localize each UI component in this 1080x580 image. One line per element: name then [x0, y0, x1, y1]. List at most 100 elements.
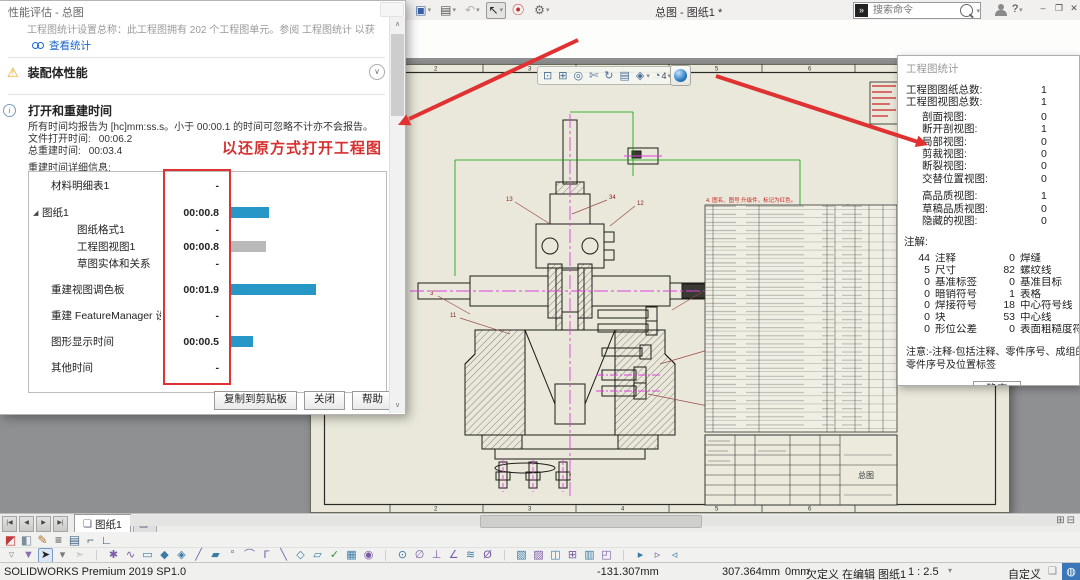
toolbar-icon[interactable]: ▸: [633, 548, 648, 563]
toolbar-icon[interactable]: ∿: [123, 548, 138, 563]
view-tool-icon[interactable]: ◎: [573, 69, 585, 82]
sheet-scale[interactable]: 1 : 2.5: [908, 566, 939, 578]
heads-up-view-toolbar[interactable]: ⊡ ⊞ ◎ ✄: [537, 66, 677, 85]
toolbar-icon[interactable]: ⌒: [242, 548, 257, 563]
view-tool-icon[interactable]: ◈ ▾: [636, 69, 650, 82]
view-tool-icon[interactable]: ◔ 4 ▾: [654, 70, 671, 82]
dialog-scrollbar[interactable]: ∧ ∨: [389, 17, 405, 413]
restore-button[interactable]: ❐: [1052, 0, 1066, 16]
ok-button[interactable]: 确定: [973, 381, 1021, 386]
toolbar-icon[interactable]: ⚙ ▾: [531, 2, 552, 19]
search-input[interactable]: [871, 4, 960, 17]
toolbar-icon[interactable]: ⊞: [565, 548, 580, 563]
search-box[interactable]: » ▾: [853, 2, 981, 19]
toolbar-icon[interactable]: ➣: [72, 548, 87, 563]
scrollbar-thumb[interactable]: [391, 34, 404, 116]
toolbar-icon[interactable]: |: [89, 548, 104, 563]
assembly-performance-section[interactable]: ⚠ 装配体性能: [7, 64, 88, 81]
horizontal-scrollbar-thumb[interactable]: [480, 515, 702, 528]
close-button[interactable]: 关闭: [304, 391, 345, 410]
toolbar-icon[interactable]: ▧: [514, 548, 529, 563]
toolbar-icon[interactable]: ⊥: [429, 548, 444, 563]
units-dropdown-icon[interactable]: ▾: [1036, 566, 1040, 575]
sheet-tab-active[interactable]: ❏ 图纸1: [74, 514, 131, 533]
toolbar-icon[interactable]: ⦿: [509, 2, 528, 19]
toolbar-icon[interactable]: ╲: [276, 548, 291, 563]
tab-nav-button[interactable]: ◀: [19, 516, 34, 532]
help-button[interactable]: 帮助: [352, 391, 393, 410]
search-dropdown-icon[interactable]: ▾: [976, 7, 980, 15]
toolbar-icon[interactable]: ⊙: [395, 548, 410, 563]
toolbar-icon[interactable]: ✱: [106, 548, 121, 563]
view-tool-icon[interactable]: ✄: [589, 69, 600, 82]
dialog-corner-button[interactable]: [380, 2, 404, 17]
toolbar-icon[interactable]: |: [616, 548, 631, 563]
tag-icon[interactable]: ❑: [1048, 566, 1057, 577]
format-tool-icon[interactable]: ⌐: [83, 533, 98, 547]
toolbar-icon[interactable]: °: [225, 548, 240, 563]
close-button[interactable]: ✕: [1067, 0, 1080, 16]
format-tool-icon[interactable]: ◩: [3, 533, 18, 547]
search-icon[interactable]: [960, 4, 973, 17]
toolbar-icon[interactable]: ▣ ▾: [412, 2, 434, 19]
toolbar-icon[interactable]: ▾: [55, 548, 70, 563]
toolbar-icon[interactable]: ∅: [412, 548, 427, 563]
toolbar-icon[interactable]: ◫: [548, 548, 563, 563]
view-tool-icon[interactable]: ▤: [619, 69, 631, 82]
user-account-icon[interactable]: [995, 4, 1007, 16]
toolbar-icon[interactable]: ∠: [446, 548, 461, 563]
tree-caret-icon[interactable]: ◢: [33, 209, 42, 217]
toolbar-icon[interactable]: |: [497, 548, 512, 563]
view-tool-icon[interactable]: ⊞: [558, 69, 569, 82]
toolbar-icon[interactable]: Ø: [480, 548, 495, 563]
toolbar-icon[interactable]: ◃: [667, 548, 682, 563]
toolbar-icon[interactable]: ◈: [174, 548, 189, 563]
format-tool-icon[interactable]: ✎: [35, 533, 50, 547]
format-tool-icon[interactable]: ≡: [51, 533, 66, 547]
toolbar-icon[interactable]: ↶ ▾: [462, 2, 483, 19]
toolbar-icon[interactable]: ↖ ▾: [486, 2, 507, 19]
toolbar-icon[interactable]: ▱: [310, 548, 325, 563]
format-tool-icon[interactable]: ▤: [67, 533, 82, 547]
help-button[interactable]: ?▾: [1012, 3, 1023, 15]
toolbar-icon[interactable]: ◇: [293, 548, 308, 563]
scroll-down-icon[interactable]: ∨: [390, 398, 405, 413]
toolbar-icon[interactable]: ▰: [208, 548, 223, 563]
toolbar-icon[interactable]: ➤: [38, 548, 53, 563]
toolbar-icon[interactable]: ▨: [531, 548, 546, 563]
bom-table[interactable]: 4. 图名、图号 升级件，标记为红色。: [705, 196, 897, 432]
toolbar-icon[interactable]: ◰: [599, 548, 614, 563]
tab-nav-button[interactable]: ▶|: [53, 516, 68, 532]
toolbar-icon[interactable]: ≋: [463, 548, 478, 563]
minimize-button[interactable]: –: [1036, 0, 1050, 16]
toolbar-icon[interactable]: ◆: [157, 548, 172, 563]
toolbar-icon[interactable]: Γ: [259, 548, 274, 563]
view-tool-icon[interactable]: ⊡: [543, 69, 554, 82]
title-block[interactable]: 总图: [705, 435, 897, 505]
scroll-up-icon[interactable]: ∧: [390, 17, 405, 32]
format-tool-icon[interactable]: ∟: [99, 533, 114, 547]
toolbar-icon[interactable]: |: [378, 548, 393, 563]
toolbar-icon[interactable]: ✓: [327, 548, 342, 563]
app-version-label: SOLIDWORKS Premium 2019 SP1.0: [4, 566, 186, 578]
toolbar-icon[interactable]: ◉: [361, 548, 376, 563]
toolbar-icon[interactable]: ▤ ▾: [437, 2, 459, 19]
toolbar-icon[interactable]: ▿: [4, 548, 19, 563]
tab-nav-button[interactable]: ▶: [36, 516, 51, 532]
view-tool-icon[interactable]: ↻: [604, 69, 615, 82]
copy-to-clipboard-button[interactable]: 复制到剪贴板: [214, 391, 297, 410]
toolbar-icon[interactable]: ╱: [191, 548, 206, 563]
view-statistics-link[interactable]: 查看统计: [32, 38, 91, 53]
tab-nav-button[interactable]: |◀: [2, 516, 17, 532]
scale-dropdown-icon[interactable]: ▾: [948, 566, 952, 575]
view-orientation-sphere-button[interactable]: [670, 65, 691, 86]
collapse-chevron-icon[interactable]: ∨: [369, 64, 385, 80]
pane-split-icons[interactable]: ⊞⊟: [1056, 515, 1077, 526]
toolbar-icon[interactable]: ▹: [650, 548, 665, 563]
toolbar-icon[interactable]: ▦: [344, 548, 359, 563]
toolbar-icon[interactable]: ▼: [21, 548, 36, 563]
toolbar-icon[interactable]: ▥: [582, 548, 597, 563]
format-tool-icon[interactable]: ◧: [19, 533, 34, 547]
toolbar-icon[interactable]: ▭: [140, 548, 155, 563]
web-help-icon[interactable]: ◍: [1062, 563, 1080, 580]
